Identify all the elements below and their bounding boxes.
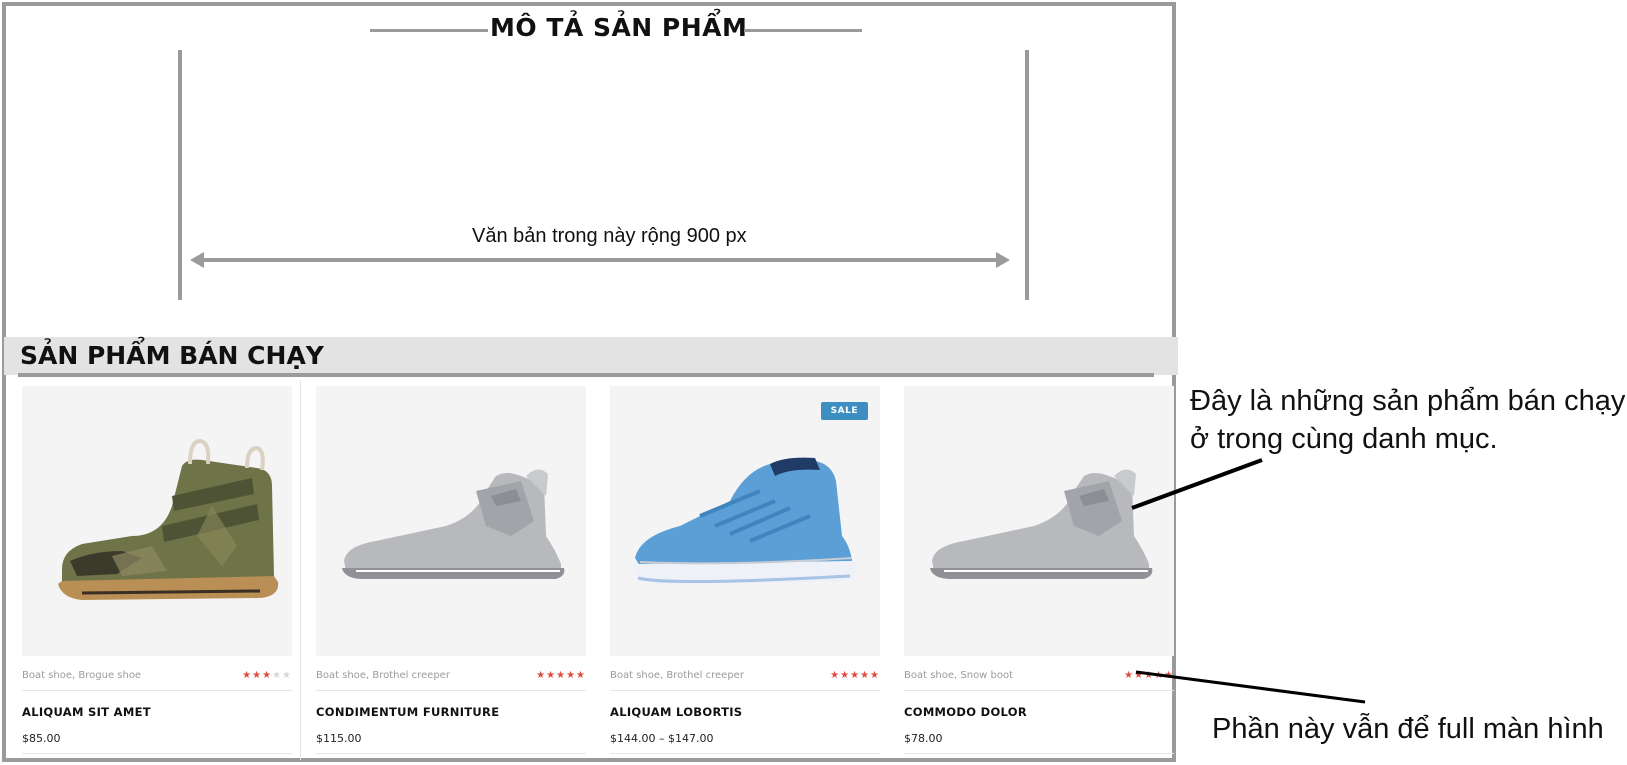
pointer-line <box>1135 670 1366 704</box>
pointer-line <box>1131 458 1263 510</box>
annotation-pointers <box>1131 458 1366 704</box>
